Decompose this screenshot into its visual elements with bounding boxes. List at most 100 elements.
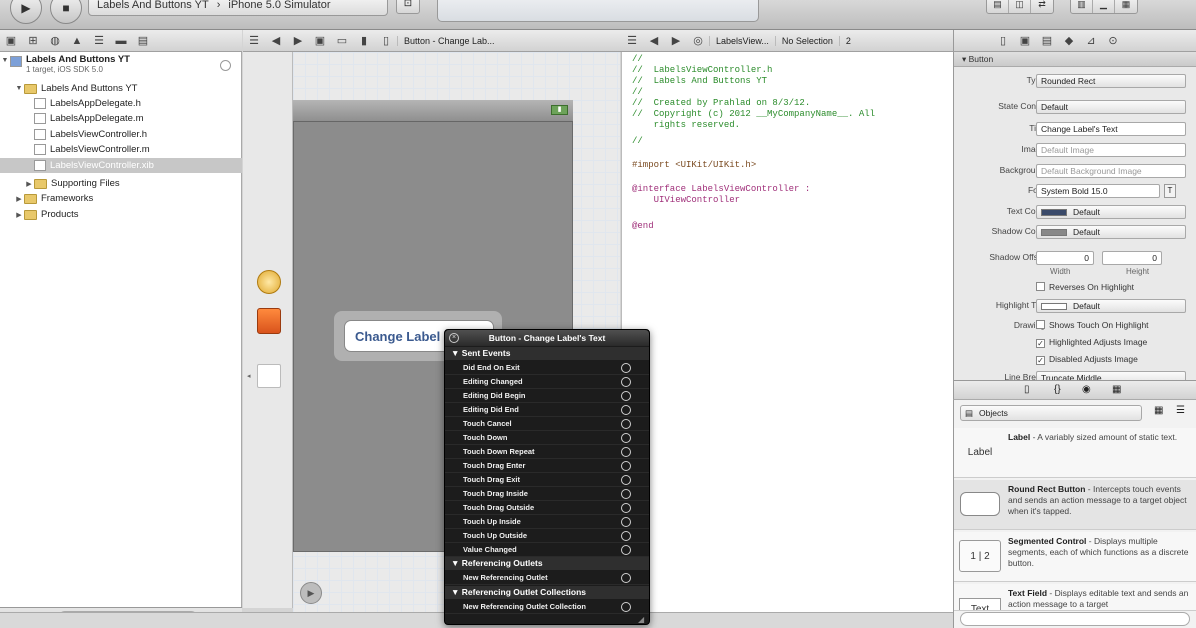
project-root-row[interactable]: ▼ Labels And Buttons YT 1 target, iOS SD… — [0, 54, 242, 80]
nav-item-file[interactable]: LabelsAppDelegate.h — [0, 96, 242, 111]
sent-event-row[interactable]: Touch Up Inside — [445, 515, 649, 529]
close-icon[interactable]: × — [449, 333, 459, 343]
nav-item-file-selected[interactable]: LabelsViewController.xib — [0, 158, 242, 173]
connection-circle-icon[interactable] — [621, 602, 631, 612]
referencing-outlets-header[interactable]: ▼ Referencing Outlets — [445, 557, 649, 570]
nav-item-file[interactable]: LabelsViewController.m — [0, 142, 242, 157]
library-item[interactable]: Label Label - A variably sized amount of… — [954, 428, 1196, 478]
library-item[interactable]: Round Rect Button - Intercepts touch eve… — [954, 480, 1196, 530]
line-break-select[interactable]: Truncate Middle — [1036, 371, 1186, 380]
icon-view-icon[interactable]: ▦ — [1154, 405, 1163, 416]
object-library-icon[interactable]: ◉ — [1082, 384, 1091, 395]
shadow-height-field[interactable]: 0 — [1102, 251, 1162, 265]
back-icon[interactable]: ◀ — [265, 34, 287, 47]
code-editor[interactable]: // // LabelsViewController.h // Labels A… — [621, 52, 953, 612]
connection-circle-icon[interactable] — [621, 419, 631, 429]
scheme-selector[interactable]: Labels And Buttons YT › iPhone 5.0 Simul… — [88, 0, 388, 16]
sent-event-row[interactable]: Touch Drag Inside — [445, 487, 649, 501]
symbol-breadcrumb[interactable]: No Selection — [774, 35, 839, 46]
disclosure-open-icon[interactable]: ▼ — [14, 85, 24, 92]
xib-icon[interactable]: ▯ — [375, 34, 397, 47]
sent-event-row[interactable]: Touch Drag Enter — [445, 459, 649, 473]
project-icon[interactable]: ▣ — [309, 34, 331, 47]
shows-touch-checkbox[interactable]: Shows Touch On Highlight — [1036, 320, 1149, 330]
issue-navigator-icon[interactable]: ▲ — [66, 35, 88, 47]
standard-editor-icon[interactable]: ▤ — [987, 0, 1009, 13]
nav-item-group[interactable]: ▼ Labels And Buttons YT — [0, 81, 242, 96]
new-referencing-collection-row[interactable]: New Referencing Outlet Collection — [445, 600, 649, 614]
connection-circle-icon[interactable] — [621, 503, 631, 513]
sent-event-row[interactable]: Touch Up Outside — [445, 529, 649, 543]
connection-circle-icon[interactable] — [621, 475, 631, 485]
version-editor-icon[interactable]: ⇄ — [1031, 0, 1053, 13]
nav-item-file[interactable]: LabelsViewController.h — [0, 127, 242, 142]
sent-event-row[interactable]: Editing Did Begin — [445, 389, 649, 403]
forward-icon[interactable]: ▶ — [665, 34, 687, 47]
breakpoints-button[interactable]: ⊡ — [396, 0, 420, 14]
library-item[interactable]: 1 | 2 Segmented Control - Displays multi… — [954, 532, 1196, 582]
nav-item-group[interactable]: ▶ Products — [0, 207, 242, 222]
nav-item-group[interactable]: ▶ Frameworks — [0, 191, 242, 206]
utilities-toggle-icon[interactable]: ▦ — [1115, 0, 1137, 13]
stop-button[interactable]: ■ — [50, 0, 82, 24]
code-snippet-icon[interactable]: {} — [1054, 384, 1061, 395]
reverses-checkbox[interactable]: Reverses On Highlight — [1036, 282, 1134, 292]
back-icon[interactable]: ◀ — [643, 34, 665, 47]
attributes-inspector-icon[interactable]: ◆ — [1058, 34, 1080, 47]
connection-circle-icon[interactable] — [621, 391, 631, 401]
sent-event-row[interactable]: Editing Did End — [445, 403, 649, 417]
type-select[interactable]: Rounded Rect — [1036, 74, 1186, 88]
nav-item-group[interactable]: ▶ Supporting Files — [0, 176, 242, 191]
library-item[interactable]: Text Text Field - Displays editable text… — [954, 584, 1196, 611]
disabled-adjusts-checkbox[interactable]: ✓ Disabled Adjusts Image — [1036, 354, 1138, 365]
connections-inspector-icon[interactable]: ⊙ — [1102, 34, 1124, 47]
forward-icon[interactable]: ▶ — [287, 34, 309, 47]
related-items-icon[interactable]: ☰ — [243, 34, 265, 47]
text-color-select[interactable]: Default — [1036, 205, 1186, 219]
symbol-navigator-icon[interactable]: ⊞ — [22, 34, 44, 47]
sent-events-header[interactable]: ▼ Sent Events — [445, 347, 649, 360]
shadow-width-field[interactable]: 0 — [1036, 251, 1094, 265]
sent-event-row[interactable]: Touch Drag Outside — [445, 501, 649, 515]
code-breadcrumb[interactable]: LabelsView... — [709, 35, 775, 46]
image-combo[interactable]: Default Image — [1036, 143, 1186, 157]
disclosure-closed-icon[interactable]: ▶ — [14, 211, 24, 219]
background-combo[interactable]: Default Background Image — [1036, 164, 1186, 178]
connection-circle-icon[interactable] — [621, 405, 631, 415]
project-navigator-icon[interactable]: ▣ — [0, 34, 22, 47]
connection-circle-icon[interactable] — [621, 517, 631, 527]
file-template-icon[interactable]: ▯ — [1024, 384, 1030, 395]
font-picker-icon[interactable]: T — [1164, 184, 1176, 198]
navigator-toggle-icon[interactable]: ▥ — [1071, 0, 1093, 13]
file-inspector-icon[interactable]: ▯ — [992, 34, 1014, 47]
size-inspector-icon[interactable]: ⊿ — [1080, 34, 1102, 47]
font-field[interactable]: System Bold 15.0 — [1036, 184, 1160, 198]
adjusts-image-checkbox[interactable]: ✓ Highlighted Adjusts Image — [1036, 337, 1147, 348]
media-library-icon[interactable]: ▦ — [1112, 384, 1121, 395]
shadow-color-select[interactable]: Default — [1036, 225, 1186, 239]
view-object-icon[interactable] — [257, 364, 281, 388]
files-owner-icon[interactable] — [257, 270, 281, 294]
sent-event-row[interactable]: Touch Cancel — [445, 417, 649, 431]
file-icon[interactable]: ▮ — [353, 34, 375, 47]
connection-circle-icon[interactable] — [621, 433, 631, 443]
library-filter-select[interactable]: ▤ Objects — [960, 405, 1142, 421]
list-view-icon[interactable]: ☰ — [1176, 405, 1185, 416]
assistant-editor-icon[interactable]: ◫ — [1009, 0, 1031, 13]
connection-circle-icon[interactable] — [621, 489, 631, 499]
ib-breadcrumb[interactable]: Button - Change Lab... — [397, 35, 501, 46]
search-navigator-icon[interactable]: ◍ — [44, 34, 66, 47]
library-search-field[interactable] — [960, 612, 1190, 626]
connection-circle-icon[interactable] — [621, 377, 631, 387]
new-referencing-outlet-row[interactable]: New Referencing Outlet — [445, 571, 649, 585]
editor-mode-segment[interactable]: ▤ ◫ ⇄ — [986, 0, 1054, 14]
state-config-select[interactable]: Default — [1036, 100, 1186, 114]
connection-circle-icon[interactable] — [621, 363, 631, 373]
counterpart-counter[interactable]: 2 — [838, 35, 857, 46]
folder-icon[interactable]: ▭ — [331, 34, 353, 47]
counterparts-icon[interactable]: ◎ — [687, 34, 709, 47]
resize-grip-icon[interactable]: ◢ — [638, 615, 644, 624]
referencing-collections-header[interactable]: ▼ Referencing Outlet Collections — [445, 586, 649, 599]
sent-event-row[interactable]: Value Changed — [445, 543, 649, 557]
connection-circle-icon[interactable] — [621, 447, 631, 457]
